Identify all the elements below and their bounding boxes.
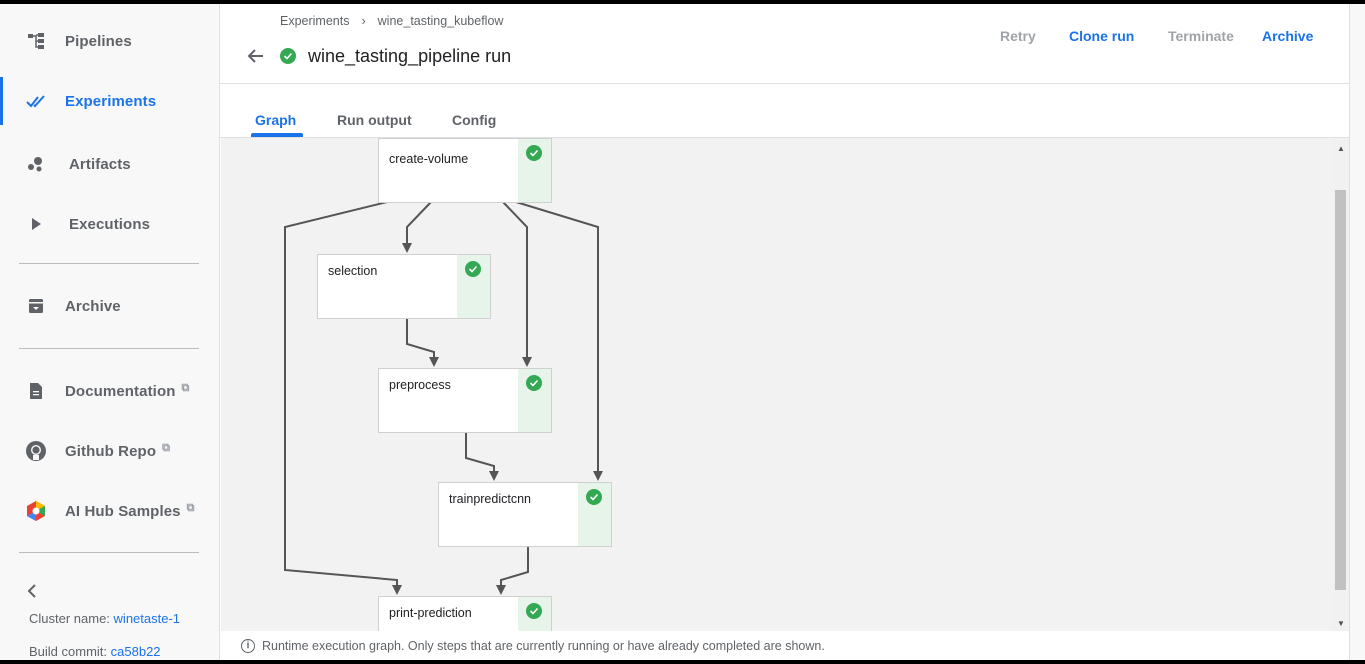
documentation-label: Documentation — [65, 382, 176, 400]
play-icon — [24, 212, 48, 236]
archive-icon — [24, 294, 48, 318]
breadcrumb-separator: › — [361, 14, 366, 28]
sidebar-divider — [19, 348, 199, 349]
node-status — [518, 139, 551, 202]
scroll-down-arrow-icon[interactable]: ▼ — [1333, 619, 1349, 629]
sidebar-item-pipelines[interactable]: Pipelines — [0, 17, 219, 65]
node-label: trainpredictcnn — [449, 492, 531, 506]
breadcrumb-experiment[interactable]: wine_tasting_kubeflow — [378, 14, 504, 28]
page-title: wine_tasting_pipeline run — [308, 46, 512, 66]
sidebar-item-label: Github Repo ⧉ — [65, 441, 171, 460]
node-status — [518, 369, 551, 432]
retry-button[interactable]: Retry — [1000, 28, 1036, 44]
edge-create-volume-selection — [402, 201, 432, 253]
graph-scrollbar[interactable]: ▲ ▼ — [1333, 138, 1349, 631]
page-header: Experiments › wine_tasting_kubeflow wine… — [220, 4, 1349, 84]
scroll-up-arrow-icon[interactable]: ▲ — [1333, 144, 1349, 154]
tab-bar: Graph Run output Config — [220, 85, 1349, 138]
sidebar-item-label: Pipelines — [65, 32, 132, 50]
node-print-prediction[interactable]: print-prediction — [378, 596, 552, 631]
sidebar-item-label: Experiments — [65, 92, 157, 110]
node-preprocess[interactable]: preprocess — [378, 368, 552, 433]
footer-note-text: Runtime execution graph. Only steps that… — [262, 638, 825, 653]
external-link-icon: ⧉ — [186, 501, 195, 514]
edge-create-volume-preprocess — [502, 201, 532, 367]
tab-active-indicator — [251, 133, 303, 137]
sidebar-item-ai-hub-samples[interactable]: AI Hub Samples ⧉ — [0, 487, 219, 535]
sidebar-item-label: Archive — [65, 297, 121, 315]
node-label: print-prediction — [389, 606, 472, 620]
node-label: selection — [328, 264, 378, 278]
cluster-name: Cluster name: winetaste-1 — [29, 611, 180, 626]
node-selection[interactable]: selection — [317, 254, 491, 319]
sidebar-item-label: Artifacts — [69, 155, 131, 173]
node-create-volume[interactable]: create-volume — [378, 138, 552, 203]
page-scrollbar[interactable] — [1349, 4, 1365, 660]
pipelines-icon — [24, 29, 48, 53]
node-trainpredictcnn[interactable]: trainpredictcnn — [438, 482, 612, 547]
success-check-icon — [586, 489, 602, 505]
run-status-success-icon — [280, 48, 296, 64]
graph-canvas: create-volume selection preprocess train… — [221, 138, 1333, 631]
success-check-icon — [526, 145, 542, 161]
tab-config[interactable]: Config — [452, 112, 496, 128]
clone-run-button[interactable]: Clone run — [1069, 28, 1134, 44]
back-button[interactable] — [244, 44, 268, 68]
sidebar-item-github-repo[interactable]: Github Repo ⧉ — [0, 427, 219, 475]
build-commit: Build commit: ca58b22 — [29, 644, 161, 659]
edge-create-volume-trainpredictcnn — [515, 201, 603, 481]
node-status — [578, 483, 611, 546]
edge-preprocess-trainpredictcnn — [465, 433, 499, 481]
success-check-icon — [526, 375, 542, 391]
node-status — [518, 597, 551, 631]
sidebar-divider — [19, 263, 199, 264]
sidebar-item-experiments[interactable]: Experiments — [0, 77, 219, 125]
node-label: create-volume — [389, 152, 469, 166]
external-link-icon: ⧉ — [181, 381, 190, 394]
tab-run-output[interactable]: Run output — [337, 112, 412, 128]
sidebar-item-documentation[interactable]: Documentation ⧉ — [0, 367, 219, 415]
edge-selection-preprocess — [406, 319, 439, 367]
tab-graph[interactable]: Graph — [255, 112, 296, 128]
external-link-icon: ⧉ — [162, 441, 171, 454]
sidebar-item-executions[interactable]: Executions — [0, 200, 219, 248]
edge-trainpredictcnn-print-prediction — [496, 547, 529, 595]
app-window: Pipelines Experiments Artifacts Executio… — [0, 4, 1365, 660]
graph-footer-note: i Runtime execution graph. Only steps th… — [221, 631, 1333, 660]
sidebar-divider — [19, 552, 199, 553]
sidebar-item-label: AI Hub Samples ⧉ — [65, 501, 195, 520]
experiments-icon — [24, 89, 48, 113]
scrollbar-thumb[interactable] — [1335, 190, 1346, 590]
github-repo-label: Github Repo — [65, 442, 157, 460]
success-check-icon — [465, 261, 481, 277]
sidebar-item-artifacts[interactable]: Artifacts — [0, 140, 219, 188]
sidebar-item-archive[interactable]: Archive — [0, 282, 219, 330]
cluster-name-link[interactable]: winetaste-1 — [114, 611, 180, 626]
chevron-left-icon — [27, 584, 36, 598]
info-icon: i — [241, 638, 255, 653]
cluster-name-label: Cluster name: — [29, 611, 110, 626]
breadcrumb: Experiments › wine_tasting_kubeflow — [280, 14, 503, 28]
breadcrumb-experiments[interactable]: Experiments — [280, 14, 349, 28]
sidebar: Pipelines Experiments Artifacts Executio… — [0, 4, 220, 660]
build-commit-link[interactable]: ca58b22 — [111, 644, 161, 659]
success-check-icon — [526, 603, 542, 619]
github-icon — [24, 439, 48, 463]
build-commit-label: Build commit: — [29, 644, 108, 659]
collapse-sidebar-button[interactable] — [24, 582, 44, 602]
ai-hub-icon — [24, 499, 48, 523]
document-icon — [24, 379, 48, 403]
sidebar-item-label: Executions — [69, 215, 151, 233]
sidebar-item-label: Documentation ⧉ — [65, 381, 190, 400]
archive-button[interactable]: Archive — [1262, 28, 1313, 44]
terminate-button[interactable]: Terminate — [1168, 28, 1234, 44]
arrow-back-icon — [247, 49, 263, 63]
node-status — [457, 255, 490, 318]
node-label: preprocess — [389, 378, 451, 392]
artifacts-icon — [24, 152, 48, 176]
ai-hub-samples-label: AI Hub Samples — [65, 502, 181, 520]
